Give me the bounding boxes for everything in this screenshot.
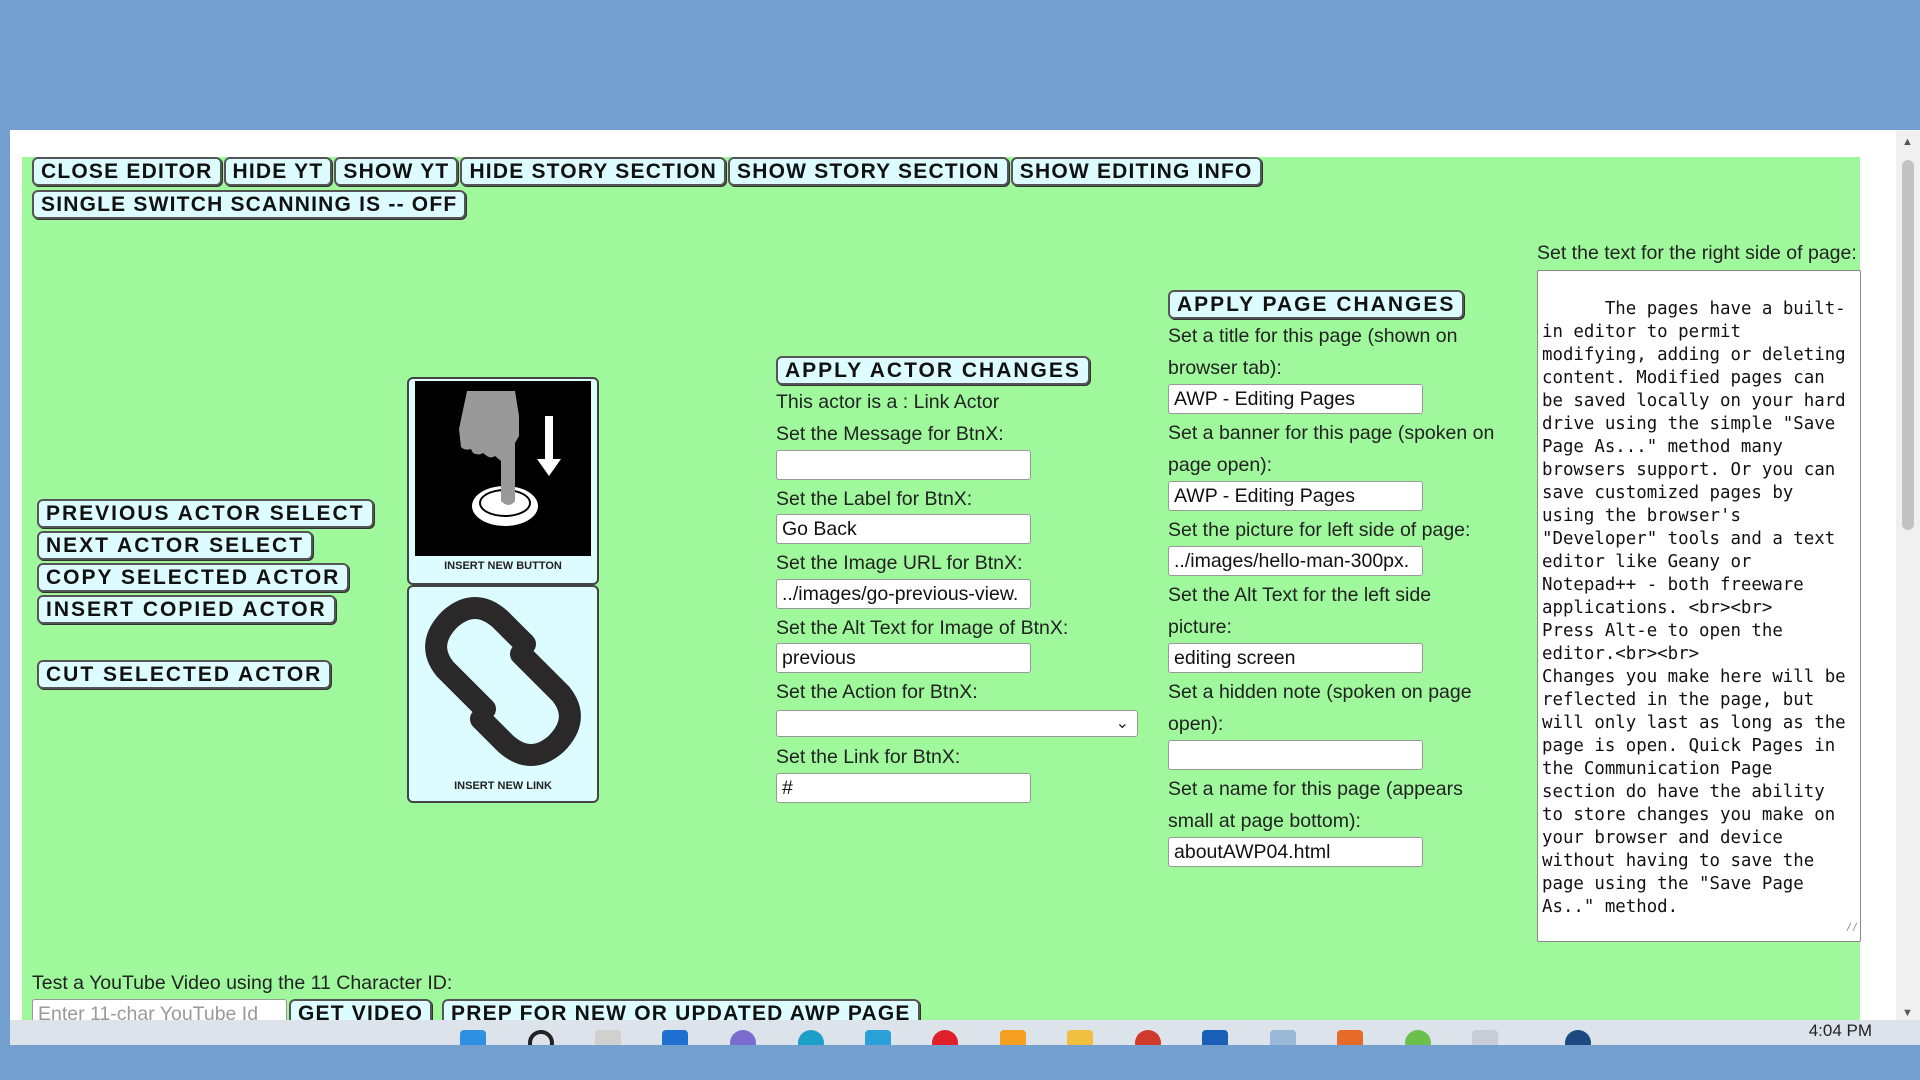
left-alt-input[interactable]: editing screen [1168, 643, 1423, 673]
actor-type-text: This actor is a : Link Actor [776, 391, 1000, 413]
window-app-icon[interactable] [1270, 1030, 1296, 1045]
task-view-icon[interactable] [595, 1030, 621, 1045]
copy-selected-actor-button[interactable]: COPY SELECTED ACTOR [37, 563, 350, 592]
insert-copied-actor-button[interactable]: INSERT COPIED ACTOR [37, 595, 336, 624]
hide-yt-button[interactable]: HIDE YT [223, 157, 333, 186]
close-editor-button[interactable]: CLOSE EDITOR [32, 157, 222, 186]
link-input[interactable]: # [776, 773, 1031, 803]
left-alt-label-line2: picture: [1168, 616, 1232, 638]
edge-icon[interactable] [798, 1030, 824, 1045]
document-app-icon[interactable] [1337, 1030, 1363, 1045]
insert-new-link-caption: INSERT NEW LINK [454, 780, 552, 792]
widgets-icon[interactable] [662, 1030, 688, 1045]
hidden-note-label-line1: Set a hidden note (spoken on page [1168, 681, 1472, 703]
banner-input[interactable]: AWP - Editing Pages [1168, 481, 1423, 511]
store-icon[interactable] [865, 1030, 891, 1045]
left-alt-label-line1: Set the Alt Text for the left side [1168, 584, 1432, 606]
apply-page-changes-button[interactable]: APPLY PAGE CHANGES [1168, 290, 1465, 319]
cut-selected-actor-button[interactable]: CUT SELECTED ACTOR [37, 660, 332, 689]
firefox-icon[interactable] [1000, 1030, 1026, 1045]
chat-icon[interactable] [730, 1030, 756, 1045]
show-story-section-button[interactable]: SHOW STORY SECTION [728, 157, 1009, 186]
title-label-line2: browser tab): [1168, 357, 1282, 379]
taskbar-clock[interactable]: 4:04 PM [1809, 1021, 1872, 1041]
insert-new-button-caption: INSERT NEW BUTTON [444, 560, 562, 572]
picture-input[interactable]: ../images/hello-man-300px. [1168, 546, 1423, 576]
right-text-textarea[interactable]: The pages have a built-in editor to perm… [1537, 270, 1861, 942]
hidden-note-input[interactable] [1168, 740, 1423, 770]
app-icon[interactable] [1202, 1030, 1228, 1045]
right-text-label: Set the text for the right side of page: [1537, 242, 1857, 264]
tray-app-icon[interactable] [1565, 1030, 1591, 1045]
vertical-scrollbar[interactable]: ▲ ▼ [1896, 130, 1920, 1045]
opera-icon[interactable] [932, 1030, 958, 1045]
youtube-label: Test a YouTube Video using the 11 Charac… [32, 972, 453, 994]
right-text-content: The pages have a built-in editor to perm… [1542, 299, 1846, 917]
search-icon[interactable] [528, 1030, 554, 1045]
scroll-down-arrow-icon[interactable]: ▼ [1902, 1007, 1913, 1019]
button-label-label: Set the Label for BtnX: [776, 488, 973, 510]
hand-press-button-icon [415, 381, 591, 556]
editor-page: CLOSE EDITOR HIDE YT SHOW YT HIDE STORY SEC… [22, 157, 1861, 1045]
frog-app-icon[interactable] [1405, 1030, 1431, 1045]
page-name-label-line1: Set a name for this page (appears [1168, 778, 1463, 800]
start-icon[interactable] [460, 1030, 486, 1045]
page-name-label-line2: small at page bottom): [1168, 810, 1361, 832]
show-yt-button[interactable]: SHOW YT [334, 157, 459, 186]
button-label-input[interactable]: Go Back [776, 514, 1031, 544]
banner-label-line2: page open): [1168, 454, 1273, 476]
show-editing-info-button[interactable]: SHOW EDITING INFO [1010, 157, 1262, 186]
banner-label-line1: Set a banner for this page (spoken on [1168, 422, 1495, 444]
editor-toolbar: CLOSE EDITOR HIDE YT SHOW YT HIDE STORY SEC… [32, 157, 1264, 223]
picture-label: Set the picture for left side of page: [1168, 519, 1471, 541]
scrollbar-thumb[interactable] [1902, 160, 1914, 530]
alt-text-label: Set the Alt Text for Image of BtnX: [776, 617, 1069, 639]
alt-text-input[interactable]: previous [776, 643, 1031, 673]
message-input[interactable] [776, 450, 1031, 480]
message-label: Set the Message for BtnX: [776, 423, 1004, 445]
title-label-line1: Set a title for this page (shown on [1168, 325, 1458, 347]
next-actor-select-button[interactable]: NEXT ACTOR SELECT [37, 531, 314, 560]
apply-actor-changes-button[interactable]: APPLY ACTOR CHANGES [776, 356, 1090, 385]
taskbar: 4:04 PM [10, 1020, 1920, 1045]
page-name-input[interactable]: aboutAWP04.html [1168, 837, 1423, 867]
link-label: Set the Link for BtnX: [776, 746, 961, 768]
chrome-profile-icon[interactable] [1135, 1030, 1161, 1045]
chevron-down-icon: ⌄ [1115, 715, 1129, 732]
hidden-note-label-line2: open): [1168, 713, 1224, 735]
single-switch-scanning-toggle[interactable]: SINGLE SWITCH SCANNING IS -- OFF [32, 190, 467, 219]
previous-actor-select-button[interactable]: PREVIOUS ACTOR SELECT [37, 499, 374, 528]
browser-window: CLOSE EDITOR HIDE YT SHOW YT HIDE STORY SEC… [10, 130, 1920, 1045]
chain-link-icon [415, 589, 591, 774]
notepad-icon[interactable] [1472, 1030, 1498, 1045]
insert-new-link-tile[interactable]: INSERT NEW LINK [407, 585, 599, 803]
image-url-input[interactable]: ../images/go-previous-view. [776, 579, 1031, 609]
resize-grip-icon[interactable]: ∕∕ [1846, 916, 1858, 939]
hide-story-section-button[interactable]: HIDE STORY SECTION [460, 157, 727, 186]
folder-icon[interactable] [1067, 1030, 1093, 1045]
action-select[interactable]: ⌄ [776, 710, 1138, 737]
scroll-up-arrow-icon[interactable]: ▲ [1902, 136, 1913, 148]
action-label: Set the Action for BtnX: [776, 681, 978, 703]
page-title-input[interactable]: AWP - Editing Pages [1168, 384, 1423, 414]
image-url-label: Set the Image URL for BtnX: [776, 552, 1023, 574]
insert-new-button-tile[interactable]: INSERT NEW BUTTON [407, 377, 599, 585]
